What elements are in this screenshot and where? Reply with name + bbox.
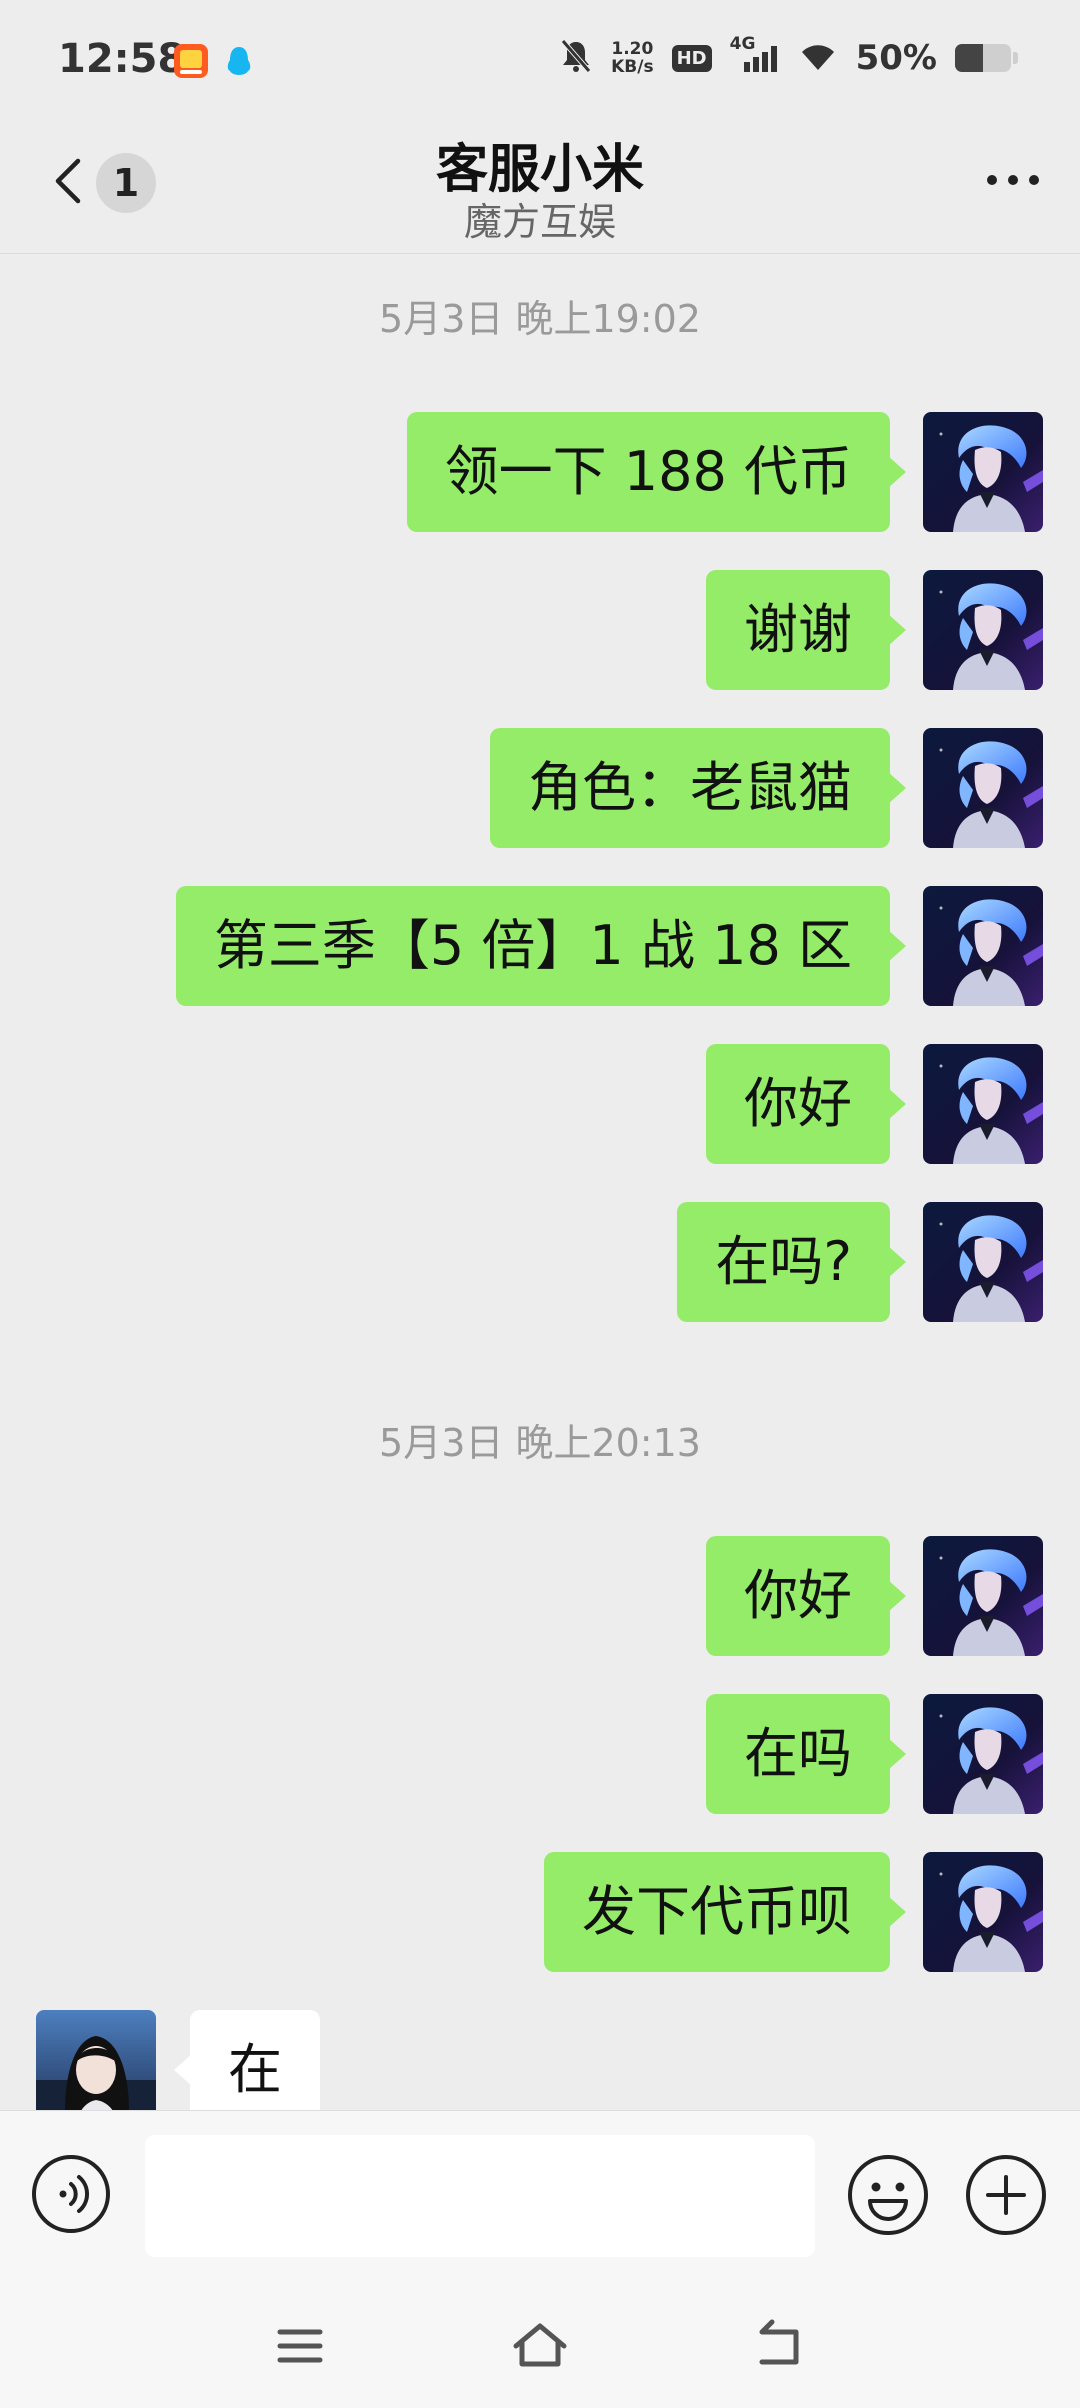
message-bubble[interactable]: 你好 — [706, 1044, 906, 1164]
timestamp: 5月3日 晚上19:02 — [379, 297, 701, 341]
smiley-icon — [848, 2155, 928, 2235]
plus-icon — [966, 2155, 1046, 2235]
network-speed: 1.20 KB/s — [611, 39, 654, 77]
message-bubble[interactable]: 发下代币呗 — [544, 1852, 906, 1972]
ellipsis-icon — [987, 175, 1039, 185]
battery-icon — [955, 44, 1018, 72]
message-bubble[interactable]: 角色：老鼠猫 — [490, 728, 906, 848]
my-avatar[interactable] — [923, 1044, 1043, 1164]
message-bubble[interactable]: 领一下 188 代币 — [406, 412, 907, 532]
chat-subtitle: 魔方互娱 — [463, 200, 616, 244]
voice-icon — [32, 2155, 110, 2233]
status-time: 12:58 — [58, 36, 186, 82]
battery-percent: 50% — [855, 38, 937, 78]
message-bubble[interactable]: 你好 — [706, 1536, 906, 1656]
message-bubble[interactable]: 谢谢 — [706, 570, 906, 690]
emoji-button[interactable] — [846, 2153, 930, 2237]
my-avatar[interactable] — [923, 1694, 1043, 1814]
shopping-app-icon — [174, 44, 208, 78]
nav-menu-button[interactable] — [268, 2316, 332, 2376]
system-nav-bar — [0, 2280, 1080, 2408]
more-actions-button[interactable] — [964, 2153, 1048, 2237]
cellular-signal-icon: 4G — [730, 34, 780, 76]
more-options-button[interactable] — [978, 155, 1048, 205]
my-avatar[interactable] — [923, 1202, 1043, 1322]
wifi-icon — [798, 40, 838, 76]
message-input[interactable] — [145, 2135, 815, 2257]
timestamp: 5月3日 晚上20:13 — [379, 1421, 701, 1465]
message-bubble[interactable]: 在吗 — [706, 1694, 906, 1814]
status-bar: 12:58 1.20 KB/s HD 4G 50% — [0, 0, 1080, 125]
my-avatar[interactable] — [923, 1536, 1043, 1656]
mute-bell-icon — [559, 38, 593, 78]
input-bar — [0, 2110, 1080, 2281]
my-avatar[interactable] — [923, 728, 1043, 848]
back-icon — [759, 2319, 799, 2365]
chat-header: 1 客服小米 魔方互娱 — [0, 125, 1080, 254]
voice-input-button[interactable] — [30, 2153, 112, 2235]
message-bubble[interactable]: 第三季【5 倍】1 战 18 区 — [175, 886, 907, 1006]
my-avatar[interactable] — [923, 570, 1043, 690]
menu-icon — [277, 2329, 323, 2363]
hd-icon: HD — [671, 44, 712, 72]
nav-home-button[interactable] — [508, 2316, 572, 2376]
qq-penguin-icon — [222, 44, 256, 78]
home-icon — [513, 2323, 567, 2367]
my-avatar[interactable] — [923, 1852, 1043, 1972]
message-bubble[interactable]: 在吗? — [677, 1202, 906, 1322]
nav-back-button[interactable] — [748, 2316, 812, 2376]
my-avatar[interactable] — [923, 886, 1043, 1006]
my-avatar[interactable] — [923, 412, 1043, 532]
